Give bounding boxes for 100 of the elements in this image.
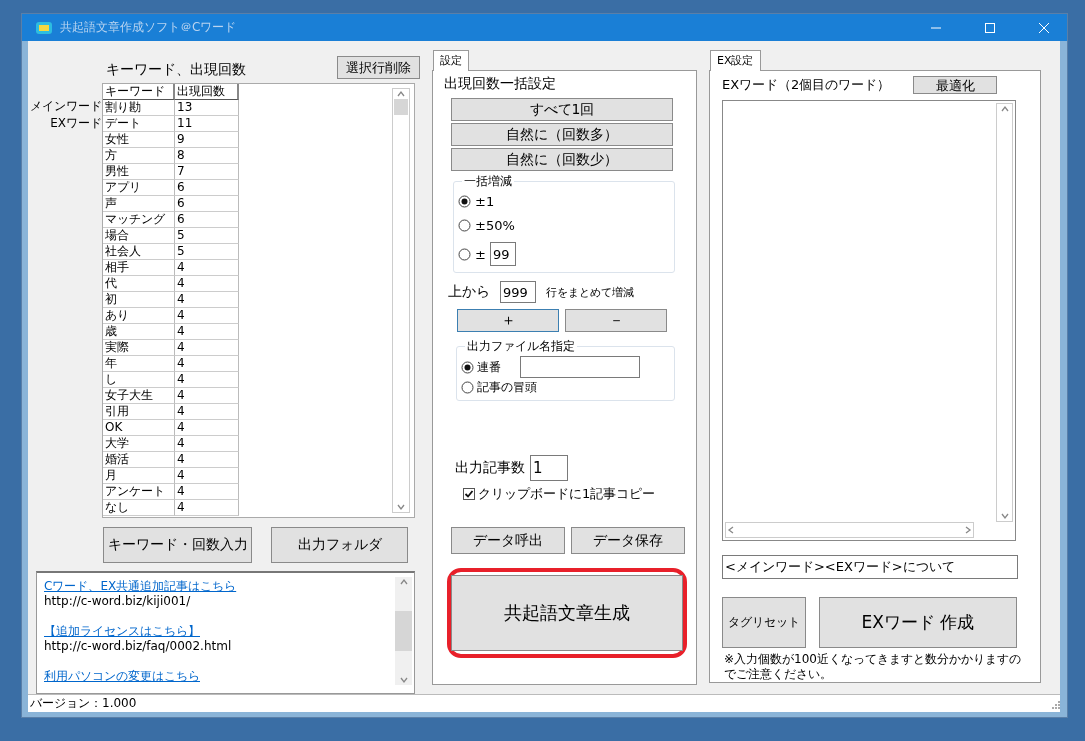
table-cell: 引用 bbox=[103, 404, 175, 420]
scroll-thumb[interactable] bbox=[394, 99, 408, 115]
scroll-up-icon[interactable] bbox=[398, 577, 409, 587]
app-icon bbox=[36, 21, 52, 34]
output-folder-button[interactable]: 出力フォルダ bbox=[271, 527, 408, 563]
radio-button[interactable] bbox=[458, 219, 471, 232]
table-cell: 4 bbox=[175, 308, 239, 324]
preset-button[interactable]: すべて1回 bbox=[451, 98, 673, 121]
table-cell: 4 bbox=[175, 372, 239, 388]
table-cell: なし bbox=[103, 500, 175, 516]
radio-button[interactable] bbox=[458, 247, 471, 261]
table-cell: 方 bbox=[103, 148, 175, 164]
url-text: http://c-word.biz/kiji001/ bbox=[44, 594, 192, 609]
scrollbar[interactable] bbox=[392, 88, 410, 513]
table-cell: マッチング bbox=[103, 212, 175, 228]
table-cell: 4 bbox=[175, 260, 239, 276]
table-cell: 初 bbox=[103, 292, 175, 308]
section-heading: キーワード、出現回数 bbox=[106, 61, 246, 79]
save-data-button[interactable]: データ保存 bbox=[571, 527, 685, 554]
table-cell: 4 bbox=[175, 484, 239, 500]
table-cell: 6 bbox=[175, 212, 239, 228]
horizontal-scrollbar[interactable] bbox=[725, 522, 974, 539]
table-cell: 5 bbox=[175, 244, 239, 260]
resize-grip-icon[interactable] bbox=[1050, 698, 1060, 709]
link[interactable]: 【追加ライセンスはこちら】 bbox=[44, 624, 395, 639]
group-title: 出力ファイル名指定 bbox=[465, 338, 577, 355]
delete-rows-button[interactable]: 選択行削除 bbox=[337, 56, 420, 79]
section-heading: EXワード（2個目のワード） bbox=[722, 76, 891, 94]
table-cell: 男性 bbox=[103, 164, 175, 180]
radio-button[interactable] bbox=[458, 195, 471, 208]
create-ex-word-button[interactable]: EXワード 作成 bbox=[819, 597, 1017, 648]
scroll-thumb[interactable] bbox=[395, 611, 412, 651]
radio-label: 記事の冒頭 bbox=[477, 379, 537, 396]
rows-field[interactable]: 999 bbox=[500, 281, 536, 303]
scroll-left-icon[interactable] bbox=[726, 525, 736, 536]
column-header[interactable]: キーワード bbox=[103, 84, 175, 100]
amount-field[interactable]: 99 bbox=[489, 242, 516, 266]
table-cell: 4 bbox=[175, 500, 239, 516]
preset-button[interactable]: 自然に（回数少） bbox=[451, 148, 673, 171]
table-cell: 4 bbox=[175, 404, 239, 420]
scroll-up-icon[interactable] bbox=[999, 104, 1010, 114]
settings-tab[interactable]: 設定 bbox=[433, 50, 469, 71]
table-cell: 大学 bbox=[103, 436, 175, 452]
table-cell: 4 bbox=[175, 388, 239, 404]
radio-label: ± bbox=[475, 246, 486, 262]
table-cell: 11 bbox=[175, 116, 239, 132]
table-cell: し bbox=[103, 372, 175, 388]
table-cell: 4 bbox=[175, 468, 239, 484]
row-label: EXワード bbox=[50, 115, 102, 132]
table-cell: 7 bbox=[175, 164, 239, 180]
tag-reset-button[interactable]: タグリセット bbox=[722, 597, 806, 648]
table-cell: 社会人 bbox=[103, 244, 175, 260]
filename-field[interactable] bbox=[520, 356, 640, 378]
table-cell: 4 bbox=[175, 292, 239, 308]
table-cell: OK bbox=[103, 420, 175, 436]
radio-label: ±50% bbox=[475, 218, 515, 233]
table-cell: 代 bbox=[103, 276, 175, 292]
generate-button[interactable]: 共起語文章生成 bbox=[451, 575, 683, 651]
scroll-right-icon[interactable] bbox=[963, 525, 973, 536]
scroll-down-icon[interactable] bbox=[396, 502, 406, 512]
scrollbar[interactable] bbox=[395, 577, 412, 685]
table-cell: 4 bbox=[175, 436, 239, 452]
close-icon[interactable] bbox=[1039, 22, 1049, 33]
table-cell: 女性 bbox=[103, 132, 175, 148]
link[interactable]: Cワード、EX共通追加記事はこちら bbox=[44, 579, 395, 594]
template-field[interactable]: <メインワード><EXワード>について bbox=[722, 555, 1018, 579]
table-cell: 4 bbox=[175, 340, 239, 356]
radio-button[interactable] bbox=[461, 360, 474, 374]
scroll-up-icon[interactable] bbox=[396, 89, 406, 99]
section-heading: 出現回数一括設定 bbox=[444, 75, 557, 93]
load-data-button[interactable]: データ呼出 bbox=[451, 527, 565, 554]
optimize-button[interactable]: 最適化 bbox=[913, 76, 997, 94]
field-label: 行をまとめて増減 bbox=[546, 284, 634, 300]
checkbox-label: クリップボードに1記事コピー bbox=[478, 485, 656, 503]
table-cell: 4 bbox=[175, 452, 239, 468]
plus-button[interactable]: ＋ bbox=[457, 309, 559, 332]
article-count-field[interactable]: 1 bbox=[530, 455, 568, 481]
table-cell: 年 bbox=[103, 356, 175, 372]
table-cell: あり bbox=[103, 308, 175, 324]
field-label: 出力記事数 bbox=[455, 459, 525, 477]
table-cell: アンケート bbox=[103, 484, 175, 500]
scroll-down-icon[interactable] bbox=[398, 675, 409, 685]
version-text: バージョン：1.000 bbox=[30, 695, 137, 712]
minus-button[interactable]: － bbox=[565, 309, 667, 332]
window-title: 共起語文章作成ソフト＠Cワード bbox=[60, 19, 238, 36]
checkbox[interactable] bbox=[463, 488, 475, 500]
table-cell: 8 bbox=[175, 148, 239, 164]
table-cell: 4 bbox=[175, 356, 239, 372]
scrollbar[interactable] bbox=[996, 103, 1013, 523]
table-cell: 実際 bbox=[103, 340, 175, 356]
column-header[interactable]: 出現回数 bbox=[175, 84, 239, 100]
ex-settings-tab[interactable]: EX設定 bbox=[710, 50, 761, 71]
maximize-icon[interactable] bbox=[985, 22, 995, 33]
table-cell: 4 bbox=[175, 420, 239, 436]
link[interactable]: 利用パソコンの変更はこちら bbox=[44, 669, 395, 684]
keyword-input-button[interactable]: キーワード・回数入力 bbox=[103, 527, 252, 563]
row-label: メインワード bbox=[30, 98, 102, 115]
radio-button[interactable] bbox=[461, 381, 474, 394]
table-cell: 相手 bbox=[103, 260, 175, 276]
preset-button[interactable]: 自然に（回数多） bbox=[451, 123, 673, 146]
